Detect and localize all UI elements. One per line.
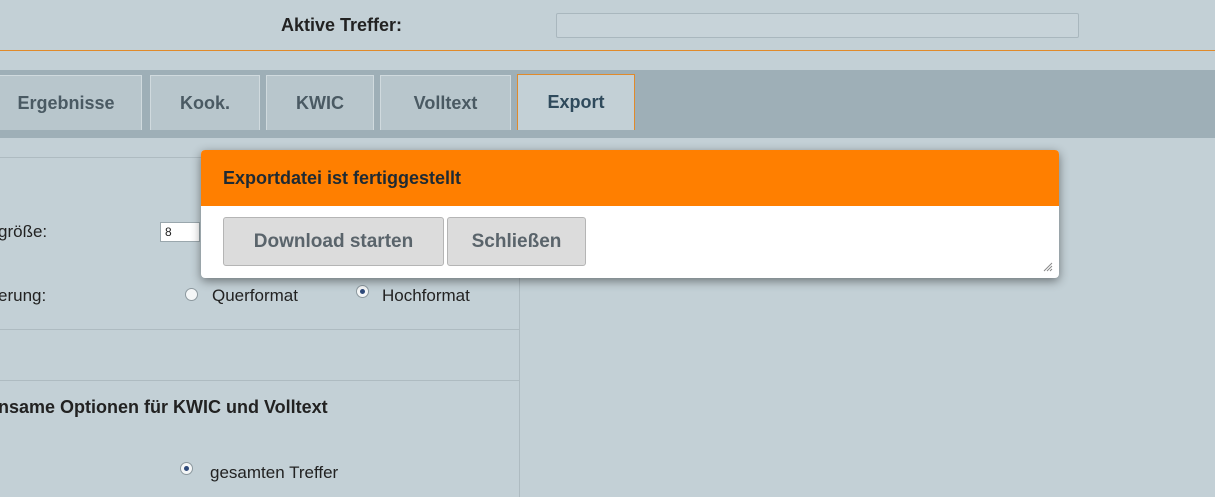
landscape-radio[interactable] bbox=[185, 288, 198, 301]
portrait-radio[interactable] bbox=[356, 285, 369, 298]
tab-kook[interactable]: Kook. bbox=[150, 75, 260, 130]
landscape-label: Querformat bbox=[212, 286, 298, 305]
resize-grip-icon[interactable] bbox=[1043, 262, 1053, 272]
tab-bar: Ergebnisse Kook. KWIC Volltext Export bbox=[0, 70, 1215, 138]
top-bar: Aktive Treffer: bbox=[0, 0, 1215, 51]
download-button[interactable]: Download starten bbox=[223, 217, 444, 266]
whole-hit-label: gesamten Treffer bbox=[210, 463, 339, 482]
tab-ergebnisse[interactable]: Ergebnisse bbox=[0, 75, 142, 130]
active-hits-field[interactable] bbox=[556, 13, 1079, 38]
common-options-title: nsame Optionen für KWIC und Volltext bbox=[0, 397, 328, 417]
dialog-title: Exportdatei ist fertiggestellt bbox=[201, 150, 1059, 206]
export-ready-dialog: Exportdatei ist fertiggestellt Download … bbox=[201, 150, 1059, 278]
close-button[interactable]: Schließen bbox=[447, 217, 586, 266]
active-hits-label: Aktive Treffer: bbox=[281, 15, 403, 35]
divider bbox=[0, 380, 520, 381]
tab-volltext[interactable]: Volltext bbox=[380, 75, 511, 130]
font-size-label: größe: bbox=[0, 222, 48, 241]
orientation-label: erung: bbox=[0, 286, 47, 305]
tab-export[interactable]: Export bbox=[517, 74, 635, 130]
portrait-label: Hochformat bbox=[382, 286, 470, 305]
tab-kwic[interactable]: KWIC bbox=[266, 75, 374, 130]
divider bbox=[0, 329, 520, 330]
whole-hit-radio[interactable] bbox=[180, 462, 193, 475]
font-size-input[interactable]: 8 bbox=[160, 222, 200, 242]
